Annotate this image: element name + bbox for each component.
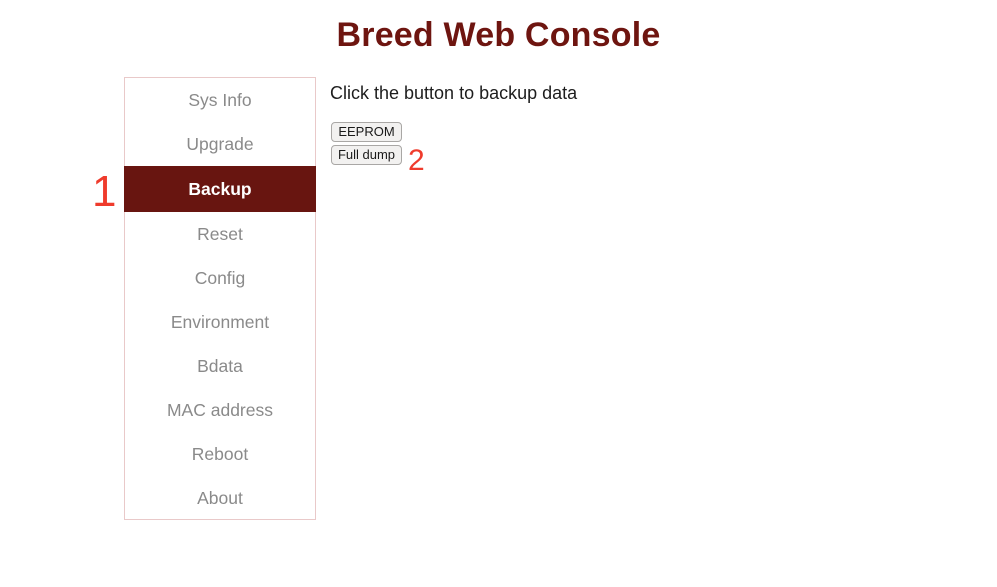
full-dump-button[interactable]: Full dump: [331, 145, 402, 165]
page-title: Breed Web Console: [336, 16, 661, 54]
sidebar-item-upgrade[interactable]: Upgrade: [124, 122, 316, 166]
sidebar-item-label: Bdata: [197, 356, 243, 376]
sidebar-nav: Sys Info Upgrade Backup Reset Config Env…: [124, 77, 316, 520]
sidebar-item-label: Config: [194, 268, 246, 288]
sidebar-item-label: Reboot: [191, 444, 249, 464]
sidebar-menu-list: Sys Info Upgrade Backup Reset Config Env…: [124, 78, 316, 520]
sidebar-item-mac-address[interactable]: MAC address: [124, 388, 316, 432]
sidebar-item-sys-info[interactable]: Sys Info: [124, 78, 316, 122]
sidebar-item-environment[interactable]: Environment: [124, 300, 316, 344]
sidebar-item-label: MAC address: [166, 400, 273, 420]
annotation-step-1: 1: [92, 167, 117, 216]
sidebar-item-label: Upgrade: [186, 134, 254, 154]
sidebar-item-label: Backup: [188, 179, 252, 199]
sidebar-item-reset[interactable]: Reset: [124, 212, 316, 256]
sidebar-item-label: About: [197, 488, 243, 508]
sidebar-item-config[interactable]: Config: [124, 256, 316, 300]
eeprom-button[interactable]: EEPROM: [331, 122, 402, 142]
sidebar-item-label: Sys Info: [188, 90, 252, 110]
sidebar-item-reboot[interactable]: Reboot: [124, 432, 316, 476]
sidebar-item-backup[interactable]: Backup: [124, 166, 316, 212]
sidebar-item-label: Reset: [197, 224, 243, 244]
sidebar-item-label: Environment: [170, 312, 270, 332]
backup-instruction-text: Click the button to backup data: [330, 83, 578, 103]
annotation-step-2: 2: [408, 144, 425, 177]
sidebar-item-about[interactable]: About: [124, 476, 316, 520]
sidebar-item-bdata[interactable]: Bdata: [124, 344, 316, 388]
